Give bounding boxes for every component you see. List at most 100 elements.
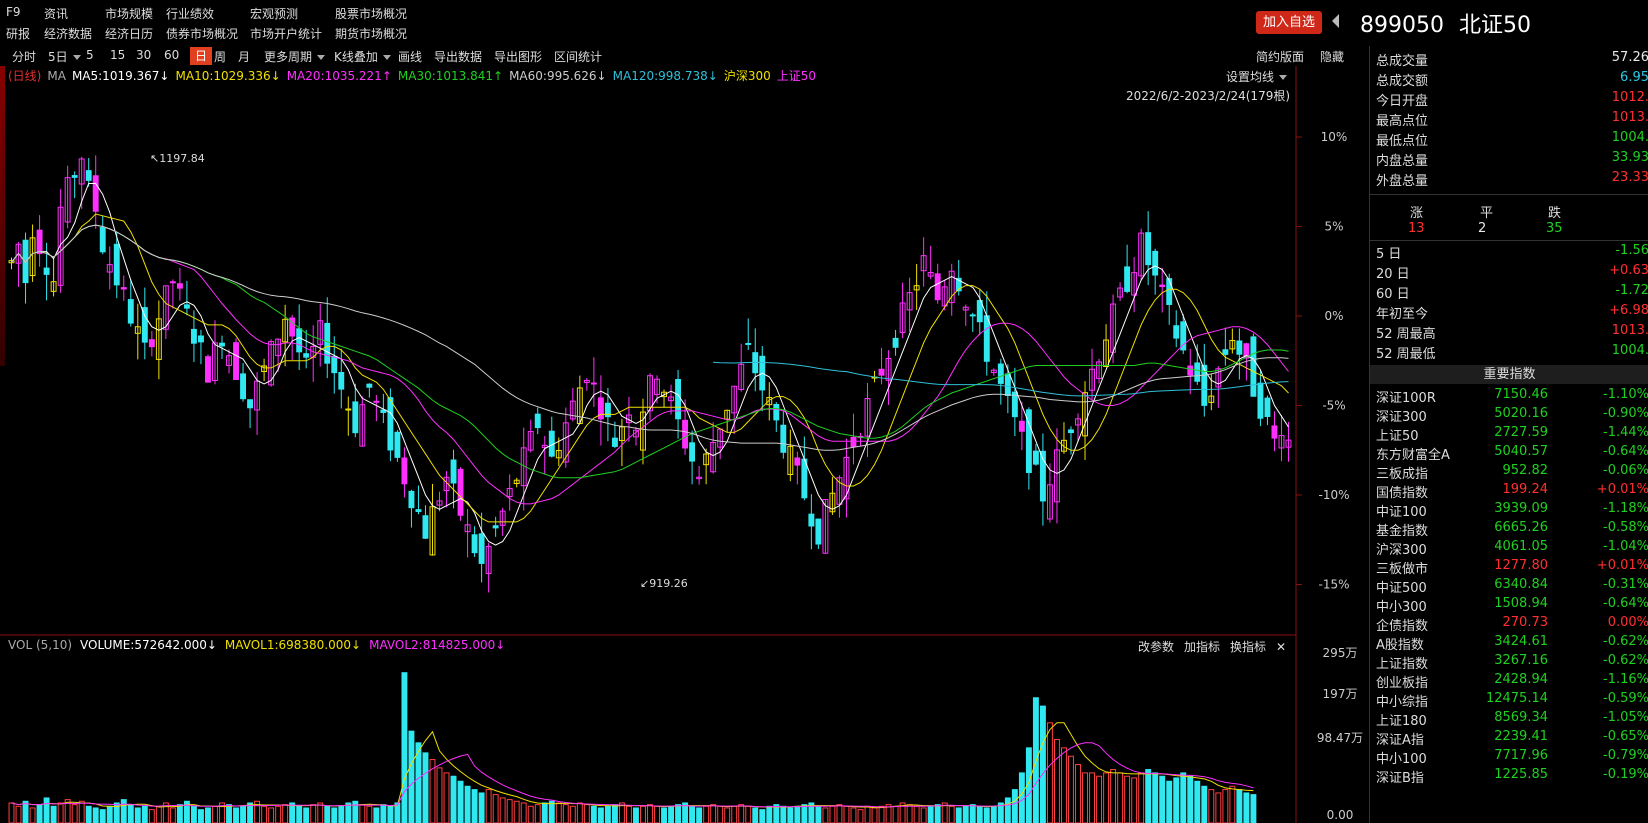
nav-item[interactable]: 市场开户统计 [250,25,322,42]
volume-bar [527,805,534,823]
index-row[interactable]: 深证B指 1225.85 -0.19% [1370,767,1648,786]
index-row[interactable]: 中小300 1508.94 -0.64% [1370,596,1648,615]
ma-line [11,224,1289,479]
index-name: 中证500 [1376,581,1427,596]
candle [450,459,457,484]
index-row[interactable]: 基金指数 6665.26 -0.58% [1370,520,1648,539]
vol-tool-button[interactable]: 加指标 [1184,640,1220,654]
toolbar-item[interactable]: K线叠加 [334,48,391,65]
toolbar-item[interactable]: 日 [190,47,213,65]
volume-bar [1096,775,1103,823]
volume-tools: 改参数 加指标 换指标 ✕ [1138,638,1296,655]
volume-bar [1145,769,1152,823]
index-row[interactable]: 上证180 8569.34 -1.05% [1370,710,1648,729]
index-row[interactable]: 深证300 5020.16 -0.90% [1370,406,1648,425]
nav-item[interactable]: 经济日历 [105,25,153,42]
toolbar-item[interactable]: 15 [110,48,125,62]
close-icon[interactable]: ✕ [1276,640,1286,654]
toolbar-item[interactable]: 5 [86,48,94,62]
nav-item[interactable]: F9 [6,5,21,19]
toolbar-item[interactable]: 60 [164,48,179,62]
candle [1173,325,1180,339]
index-row[interactable]: 中证500 6340.84 -0.31% [1370,577,1648,596]
index-name: 深证A指 [1376,733,1424,748]
toolbar-item[interactable]: 导出数据 [434,48,482,65]
candle [303,353,310,358]
nav-item[interactable]: 市场规模 [105,5,153,22]
toolbar-right-item[interactable]: 简约版面 [1256,48,1304,65]
candle [1236,340,1243,355]
index-row[interactable]: 中小综指 12475.14 -0.59% [1370,691,1648,710]
nav-item[interactable]: 研报 [6,25,30,42]
top-navigation: F9 资讯 市场规模 行业绩效 宏观预测 股票市场概况研报 经济数据 经济日历 债券市场概况 市场… [0,0,1248,44]
nav-item[interactable]: 资讯 [44,5,68,22]
divider [1370,194,1648,195]
index-name: 国债指数 [1376,486,1429,501]
volume-legend: VOL (5,10) VOLUME:572642.000↓ MAVOL1:69838… [8,638,513,652]
nav-item[interactable]: 经济数据 [44,25,92,42]
kline-chart[interactable]: 10% 5% 0% -5% -10% -15% ↖1197.84 ↙919.26 295万 197… [0,66,1368,823]
volume-bar [983,807,990,823]
nav-item[interactable]: 期货市场概况 [335,25,407,42]
volume-bar [1180,772,1187,823]
vol-tool-button[interactable]: 改参数 [1138,640,1174,654]
candle [43,267,50,275]
candle [689,442,696,462]
index-row[interactable]: 企债指数 270.73 0.00% [1370,615,1648,634]
stat-row: 总成交额 6.95 [1376,70,1648,90]
add-to-watchlist-button[interactable]: 加入自选 [1256,11,1322,34]
volume-bar [871,807,878,823]
volume-bar [310,804,317,823]
volume-bar [1103,772,1110,823]
y-tick-label: -5% [1322,399,1345,413]
toolbar-item[interactable]: 周 [214,48,226,65]
index-row[interactable]: 三板做市 1277.80 +0.01% [1370,558,1648,577]
nav-item[interactable]: 债券市场概况 [166,25,238,42]
vol-tool-button[interactable]: 换指标 [1230,640,1266,654]
index-row[interactable]: 深证100R 7150.46 -1.10% [1370,387,1648,406]
toolbar-item[interactable]: 5日 [48,48,81,65]
index-row[interactable]: 上证50 2727.59 -1.44% [1370,425,1648,444]
toolbar-item[interactable]: 区间统计 [554,48,602,65]
index-row[interactable]: A股指数 3424.61 -0.62% [1370,634,1648,653]
volume-bar [590,805,597,823]
index-row[interactable]: 上证指数 3267.16 -0.62% [1370,653,1648,672]
nav-item[interactable]: 宏观预测 [250,5,298,22]
set-ma-button[interactable]: 设置均线 [1226,68,1288,85]
toolbar-item[interactable]: 画线 [398,48,422,65]
index-row[interactable]: 中证100 3939.09 -1.18% [1370,501,1648,520]
toolbar-item[interactable]: 导出图形 [494,48,542,65]
index-row[interactable]: 创业板指 2428.94 -1.16% [1370,672,1648,691]
index-row[interactable]: 沪深300 4061.05 -1.04% [1370,539,1648,558]
toolbar-right-item[interactable]: 隐藏 [1320,48,1344,65]
prev-arrow-icon[interactable] [1332,14,1339,28]
volume-bar [990,805,997,823]
index-row[interactable]: 三板成指 952.82 -0.06% [1370,463,1648,482]
volume-bar [8,802,15,823]
period-row: 年初至今 +6.98 [1376,303,1648,323]
volume-bar [1082,772,1088,823]
candle [478,533,485,564]
candle [1145,232,1152,266]
nav-item[interactable]: 行业绩效 [166,5,214,22]
stat-label: 总成交额 [1376,74,1429,89]
index-change: -1.44% [1603,425,1648,440]
toolbar-item[interactable]: 月 [238,48,250,65]
index-row[interactable]: 中小100 7717.96 -0.79% [1370,748,1648,767]
toolbar-item[interactable]: 更多周期 [264,48,326,65]
nav-item[interactable]: 股票市场概况 [335,5,407,22]
toolbar-item[interactable]: 30 [136,48,151,62]
stat-label: 最低点位 [1376,134,1429,149]
volume-bar [948,805,955,823]
volume-bar [120,799,127,823]
ma-legend-item: (日线) [8,69,42,83]
index-row[interactable]: 国债指数 199.24 +0.01% [1370,482,1648,501]
toolbar-item[interactable]: 分时 [12,48,36,65]
volume-bar [1243,792,1250,823]
index-row[interactable]: 东方财富全A 5040.57 -0.64% [1370,444,1648,463]
candle [457,468,464,516]
volume-bar [380,804,387,823]
volume-bar [1046,722,1053,823]
volume-bar [689,805,696,823]
index-row[interactable]: 深证A指 2239.41 -0.65% [1370,729,1648,748]
